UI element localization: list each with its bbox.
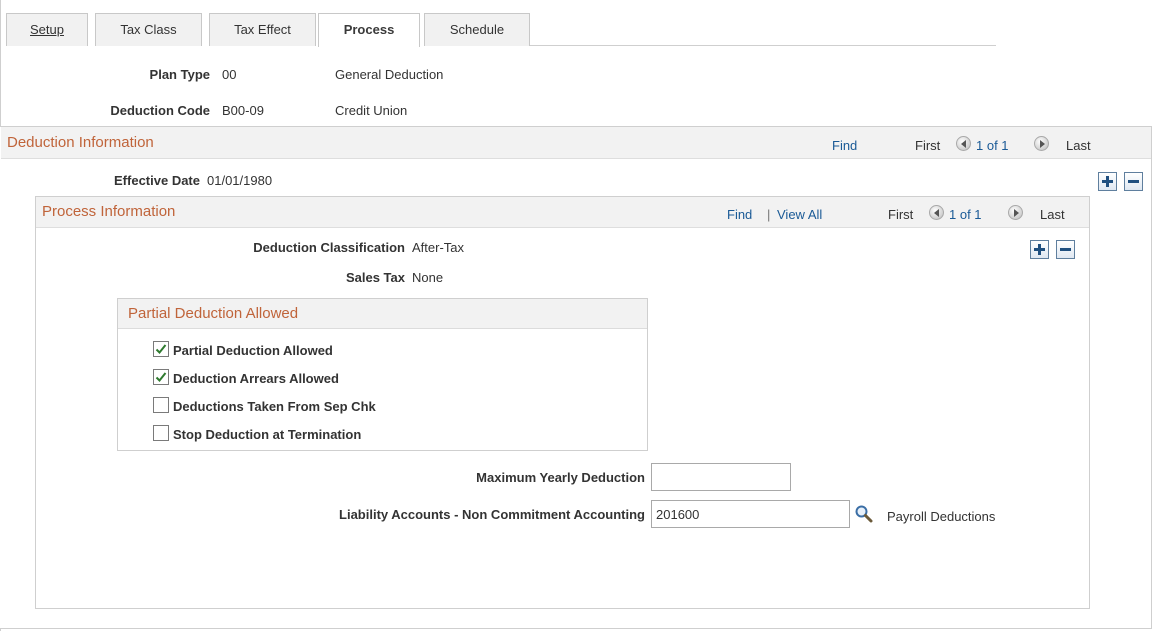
effective-date-value: 01/01/1980 xyxy=(207,173,273,188)
process-add-row-button[interactable] xyxy=(1030,240,1049,259)
deduction-find-link[interactable]: Find xyxy=(832,138,857,153)
process-delete-row-button[interactable] xyxy=(1056,240,1075,259)
max-yearly-deduction-label: Maximum Yearly Deduction xyxy=(476,470,645,485)
process-prev-icon[interactable] xyxy=(929,205,944,220)
deduction-prev-icon[interactable] xyxy=(956,136,971,151)
deduction-arrears-checkbox-label[interactable]: Deduction Arrears Allowed xyxy=(173,371,339,386)
deduction-count: 1 of 1 xyxy=(976,138,1009,153)
effective-date-label: Effective Date xyxy=(114,173,200,188)
lookup-search-icon[interactable] xyxy=(854,504,874,524)
deduction-information-title: Deduction Information xyxy=(7,134,154,151)
tab-bar: Setup Tax Class Tax Effect Process Sched… xyxy=(0,0,1154,47)
process-link-separator: | xyxy=(767,207,771,222)
stop-deduction-checkbox[interactable] xyxy=(153,425,169,441)
tab-schedule[interactable]: Schedule xyxy=(424,13,530,46)
process-last-label: Last xyxy=(1040,207,1065,222)
tab-tax-effect[interactable]: Tax Effect xyxy=(209,13,316,46)
process-count: 1 of 1 xyxy=(949,207,982,222)
deduction-last-label: Last xyxy=(1066,138,1091,153)
liability-accounts-desc: Payroll Deductions xyxy=(887,509,996,524)
tab-underline xyxy=(530,45,996,46)
liability-accounts-input[interactable] xyxy=(651,500,850,528)
deduction-arrears-checkbox[interactable] xyxy=(153,369,169,385)
process-find-link[interactable]: Find xyxy=(727,207,752,222)
tab-tax-class[interactable]: Tax Class xyxy=(95,13,202,46)
deduction-first-label: First xyxy=(915,138,941,153)
partial-deduction-checkbox-label[interactable]: Partial Deduction Allowed xyxy=(173,343,333,358)
deductions-sep-chk-checkbox-label[interactable]: Deductions Taken From Sep Chk xyxy=(173,399,376,414)
process-next-icon[interactable] xyxy=(1008,205,1023,220)
sales-tax-label: Sales Tax xyxy=(345,270,405,285)
deduction-classification-value: After-Tax xyxy=(412,240,465,255)
tab-process[interactable]: Process xyxy=(318,13,420,47)
process-first-label: First xyxy=(888,207,914,222)
plan-type-code: 00 xyxy=(222,67,237,82)
liability-accounts-label: Liability Accounts - Non Commitment Acco… xyxy=(339,507,645,522)
deduction-next-icon[interactable] xyxy=(1034,136,1049,151)
partial-deduction-group-title: Partial Deduction Allowed xyxy=(128,305,299,322)
process-view-all-link[interactable]: View All xyxy=(777,207,822,222)
deduction-code-desc: Credit Union xyxy=(335,103,408,118)
plan-type-desc: General Deduction xyxy=(335,67,444,82)
max-yearly-deduction-input[interactable] xyxy=(651,463,791,491)
sales-tax-value: None xyxy=(412,270,444,285)
tab-setup[interactable]: Setup xyxy=(6,13,88,46)
deduction-code-label: Deduction Code xyxy=(110,103,210,118)
process-information-title: Process Information xyxy=(42,203,176,220)
stop-deduction-checkbox-label[interactable]: Stop Deduction at Termination xyxy=(173,427,361,442)
add-row-button[interactable] xyxy=(1098,172,1117,191)
partial-deduction-checkbox[interactable] xyxy=(153,341,169,357)
plan-type-label: Plan Type xyxy=(149,67,210,82)
delete-row-button[interactable] xyxy=(1124,172,1143,191)
deduction-code-value: B00-09 xyxy=(222,103,264,118)
deduction-classification-label: Deduction Classification xyxy=(253,240,405,255)
deductions-sep-chk-checkbox[interactable] xyxy=(153,397,169,413)
